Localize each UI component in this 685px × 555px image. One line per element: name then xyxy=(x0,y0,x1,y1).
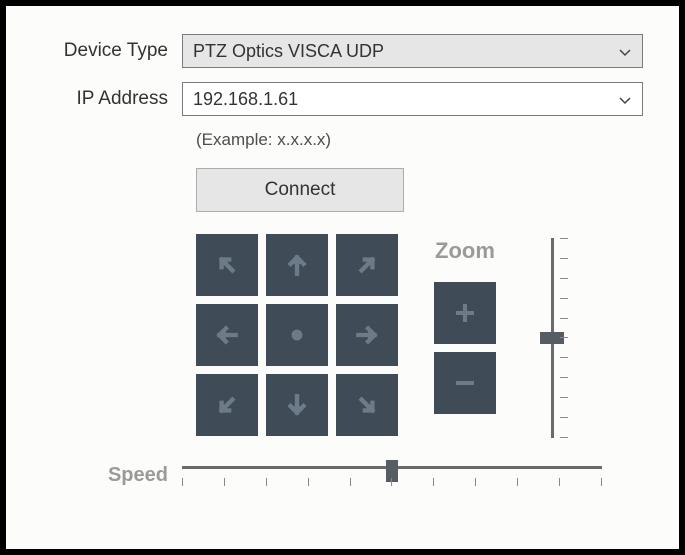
direction-pad xyxy=(196,234,398,436)
arrow-right-icon xyxy=(354,322,380,348)
zoom-column: Zoom xyxy=(434,234,496,422)
zoom-out-button[interactable] xyxy=(434,352,496,414)
zoom-label: Zoom xyxy=(434,238,496,264)
controls-region: Connect xyxy=(196,168,643,438)
ip-address-value: 192.168.1.61 xyxy=(193,89,298,110)
speed-label: Speed xyxy=(42,464,182,487)
speed-slider-ticks xyxy=(182,478,602,486)
ip-address-row: IP Address 192.168.1.61 xyxy=(42,82,643,116)
ip-example-text: (Example: x.x.x.x) xyxy=(196,130,643,150)
zoom-slider-track xyxy=(551,238,554,438)
connect-button-label: Connect xyxy=(265,179,336,201)
pan-home-button[interactable] xyxy=(266,304,328,366)
arrow-up-right-icon xyxy=(354,252,380,278)
speed-slider[interactable] xyxy=(182,460,602,490)
arrow-down-left-icon xyxy=(214,392,240,418)
pan-down-left-button[interactable] xyxy=(196,374,258,436)
arrow-up-icon xyxy=(284,252,310,278)
arrow-up-left-icon xyxy=(214,252,240,278)
device-type-dropdown[interactable]: PTZ Optics VISCA UDP xyxy=(182,34,643,68)
pan-down-button[interactable] xyxy=(266,374,328,436)
connect-button[interactable]: Connect xyxy=(196,168,404,212)
pan-down-right-button[interactable] xyxy=(336,374,398,436)
pan-left-button[interactable] xyxy=(196,304,258,366)
pan-up-right-button[interactable] xyxy=(336,234,398,296)
dot-icon xyxy=(284,322,310,348)
pan-up-button[interactable] xyxy=(266,234,328,296)
zoom-slider-ticks xyxy=(560,238,570,438)
device-type-row: Device Type PTZ Optics VISCA UDP xyxy=(42,34,643,68)
ip-address-dropdown[interactable]: 192.168.1.61 xyxy=(182,82,643,116)
chevron-down-icon xyxy=(618,44,632,58)
plus-icon xyxy=(453,301,477,325)
arrow-down-right-icon xyxy=(354,392,380,418)
pan-up-left-button[interactable] xyxy=(196,234,258,296)
minus-icon xyxy=(453,371,477,395)
device-type-label: Device Type xyxy=(42,40,182,62)
zoom-slider[interactable] xyxy=(536,238,568,438)
zoom-in-button[interactable] xyxy=(434,282,496,344)
arrow-left-icon xyxy=(214,322,240,348)
ptz-control-panel: Device Type PTZ Optics VISCA UDP IP Addr… xyxy=(0,0,685,555)
pan-right-button[interactable] xyxy=(336,304,398,366)
ip-address-label: IP Address xyxy=(42,88,182,110)
chevron-down-icon xyxy=(618,92,632,106)
pad-row: Zoom xyxy=(196,234,643,438)
arrow-down-icon xyxy=(284,392,310,418)
device-type-value: PTZ Optics VISCA UDP xyxy=(193,41,384,62)
speed-row: Speed xyxy=(42,460,643,490)
